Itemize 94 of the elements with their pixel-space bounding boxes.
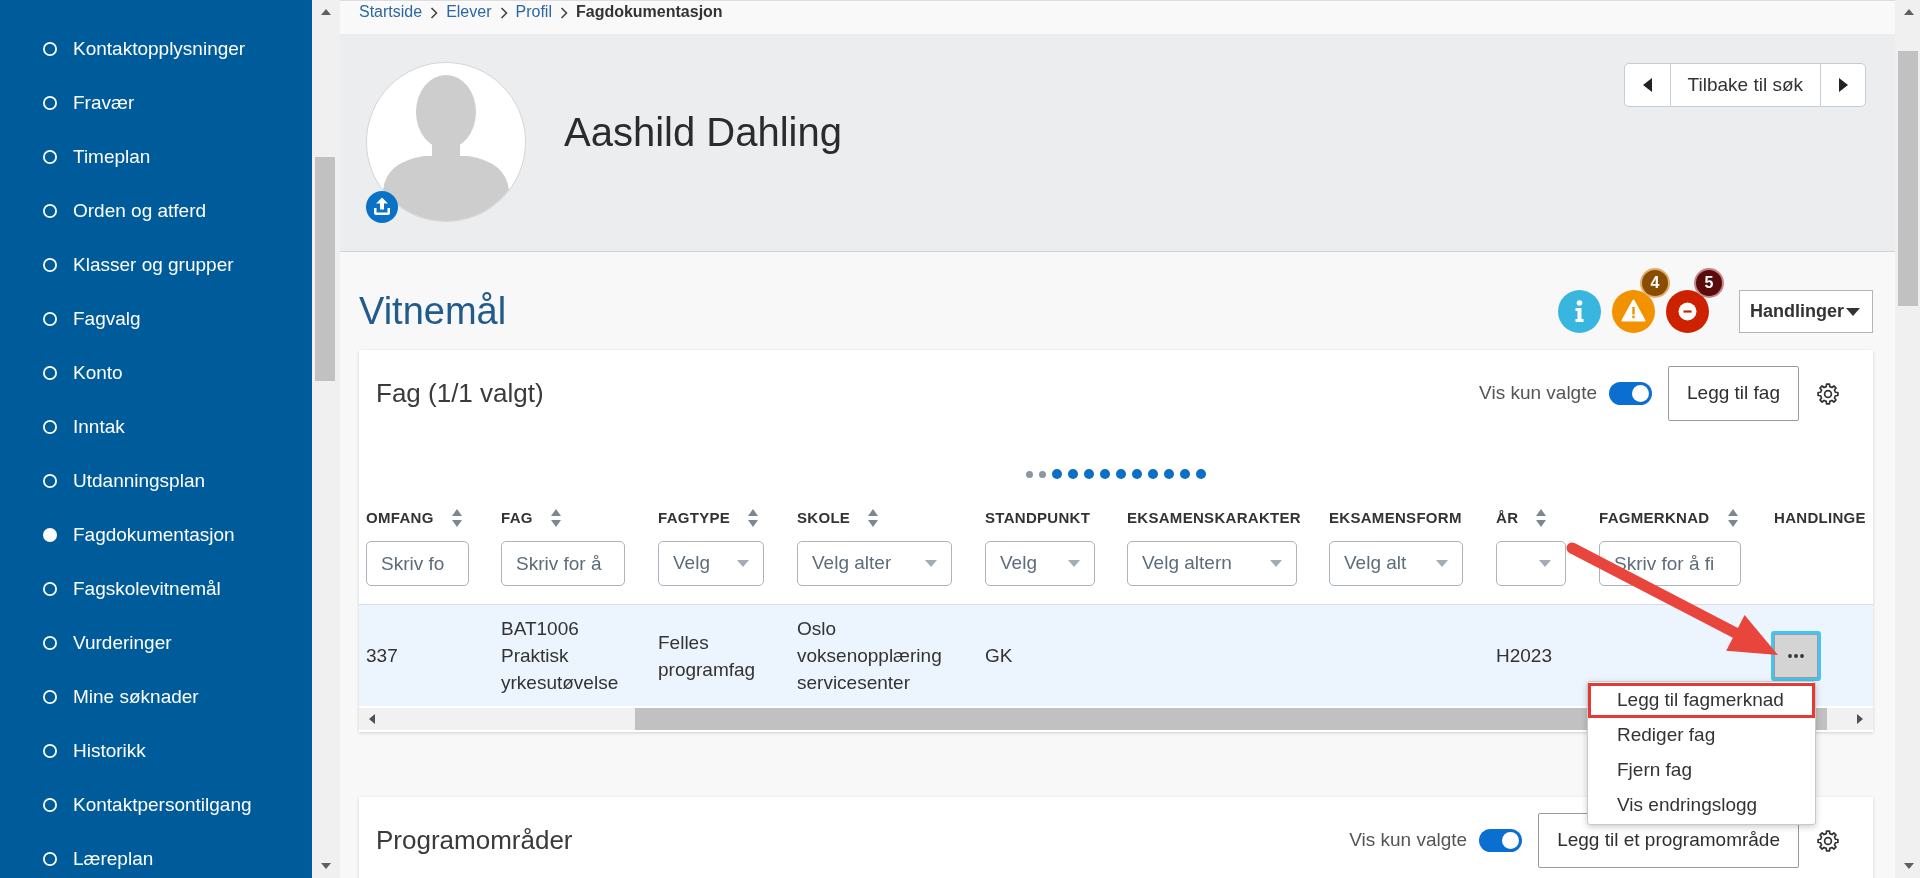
filter-input[interactable]: Skriv for å	[501, 541, 625, 586]
column-header: HANDLINGE	[1774, 508, 1866, 528]
caret-down-icon	[737, 560, 749, 567]
sidebar-item[interactable]: Historikk	[43, 739, 146, 763]
add-button[interactable]: Legg til fag	[1668, 366, 1799, 421]
sort-icon[interactable]	[748, 509, 759, 527]
scrollbar-thumb[interactable]	[1898, 51, 1918, 306]
scrollbar-thumb[interactable]	[315, 157, 335, 381]
sort-icon[interactable]	[550, 509, 561, 527]
breadcrumb-link[interactable]: Elever	[446, 2, 492, 22]
next-button[interactable]	[1820, 63, 1866, 107]
table-cell-text: BAT1006 Praktisk yrkesutøvelse	[501, 617, 620, 695]
settings-icon[interactable]	[1817, 382, 1839, 405]
menu-item[interactable]: Legg til fagmerknad	[1588, 682, 1815, 718]
sidebar-item[interactable]: Fagdokumentasjon	[43, 523, 235, 547]
actions-dropdown-button[interactable]: Handlinger	[1739, 290, 1873, 333]
sort-icon[interactable]	[451, 509, 462, 527]
table-cell-text: H2023	[1496, 644, 1552, 668]
filter-select[interactable]: Velg	[658, 541, 764, 586]
toggle-label: Vis kun valgte	[1479, 381, 1598, 406]
sidebar-item[interactable]: Fravær	[43, 91, 135, 115]
toggle-switch[interactable]	[1609, 382, 1653, 405]
chevron-right-icon	[430, 7, 439, 19]
breadcrumb-link[interactable]: Profil	[515, 2, 552, 22]
caret-down-icon	[1436, 560, 1448, 567]
settings-icon[interactable]	[1817, 829, 1839, 852]
chevron-right-icon	[499, 7, 508, 19]
column-header[interactable]: FAGTYPE	[658, 508, 731, 528]
sidebar-item[interactable]: Inntak	[43, 415, 125, 439]
upload-icon[interactable]	[366, 191, 398, 223]
error-icon[interactable]	[1666, 290, 1709, 333]
column-header: STANDPUNKT	[985, 508, 1091, 528]
sidebar-item[interactable]: Kontaktopplysninger	[43, 37, 246, 61]
column-header: EKSAMENSFORM	[1329, 508, 1462, 528]
filter-select[interactable]: Velg	[985, 541, 1095, 586]
section-title: Vitnemål	[359, 290, 507, 333]
sidebar-item[interactable]: Orden og atferd	[43, 199, 207, 223]
table-cell-text: 337	[366, 644, 398, 668]
caret-down-icon	[1270, 560, 1282, 567]
count-badge: 5	[1694, 268, 1724, 298]
scroll-up-icon[interactable]	[321, 9, 331, 15]
scroll-down-icon[interactable]	[321, 863, 331, 869]
back-to-search-button[interactable]: Tilbake til søk	[1670, 63, 1820, 107]
sort-icon[interactable]	[868, 509, 879, 527]
scroll-up-icon[interactable]	[1904, 9, 1914, 15]
sidebar-item[interactable]: Kontaktpersontilgang	[43, 793, 252, 817]
column-header[interactable]: FAG	[501, 508, 533, 528]
count-badge: 4	[1640, 268, 1670, 298]
toggle-switch[interactable]	[1479, 829, 1523, 852]
filter-select[interactable]: Velg alt	[1329, 541, 1463, 586]
triangle-right-icon	[1838, 78, 1848, 92]
table-cell-text: GK	[985, 644, 1013, 668]
warning-icon[interactable]	[1612, 290, 1655, 333]
column-header[interactable]: FAGMERKNAD	[1599, 508, 1710, 528]
sidebar-item[interactable]: Fagvalg	[43, 307, 141, 331]
sort-icon[interactable]	[1727, 509, 1738, 527]
caret-down-icon	[1539, 560, 1551, 567]
scroll-left-icon[interactable]	[369, 714, 375, 724]
sidebar-item[interactable]: Konto	[43, 361, 123, 385]
caret-down-icon	[1846, 307, 1860, 316]
filter-input[interactable]: Skriv fo	[366, 541, 469, 586]
sidebar-item[interactable]: Timeplan	[43, 145, 151, 169]
scroll-right-icon[interactable]	[1857, 714, 1863, 724]
caret-down-icon	[1068, 560, 1080, 567]
toggle-label: Vis kun valgte	[1349, 828, 1468, 853]
ellipsis-icon	[1788, 653, 1804, 658]
student-name: Aashild Dahling	[564, 109, 842, 156]
sidebar-item[interactable]: Læreplan	[43, 847, 154, 871]
card-title: Programområder	[376, 824, 573, 857]
sidebar-item[interactable]: Mine søknader	[43, 685, 199, 709]
table-cell-text: Felles programfag	[658, 630, 757, 682]
column-header: EKSAMENSKARAKTER	[1127, 508, 1301, 528]
column-header[interactable]: ÅR	[1496, 508, 1519, 528]
sidebar-item[interactable]: Fagskolevitnemål	[43, 577, 221, 601]
filter-select[interactable]: Velg altern	[1127, 541, 1297, 586]
column-header[interactable]: OMFANG	[366, 508, 434, 528]
triangle-left-icon	[1642, 78, 1652, 92]
more-button[interactable]	[1771, 630, 1821, 681]
menu-item[interactable]: Rediger fag	[1588, 717, 1815, 753]
scroll-down-icon[interactable]	[1904, 863, 1914, 869]
column-header[interactable]: SKOLE	[797, 508, 851, 528]
sidebar-item[interactable]: Klasser og grupper	[43, 253, 234, 277]
sort-icon[interactable]	[1536, 509, 1547, 527]
filter-select[interactable]: Velg alter	[797, 541, 952, 586]
sidebar-item[interactable]: Utdanningsplan	[43, 469, 206, 493]
previous-button[interactable]	[1623, 63, 1671, 107]
caret-down-icon	[925, 560, 937, 567]
breadcrumb-current: Fagdokumentasjon	[575, 2, 723, 22]
menu-item[interactable]: Fjern fag	[1588, 752, 1815, 788]
chevron-right-icon	[559, 7, 568, 19]
breadcrumb-link[interactable]: Startside	[359, 2, 423, 22]
table-cell-text: Oslo voksenopplæring servicesenter	[797, 617, 943, 695]
card-title: Fag (1/1 valgt)	[376, 377, 544, 410]
sidebar-item[interactable]: Vurderinger	[43, 631, 172, 655]
